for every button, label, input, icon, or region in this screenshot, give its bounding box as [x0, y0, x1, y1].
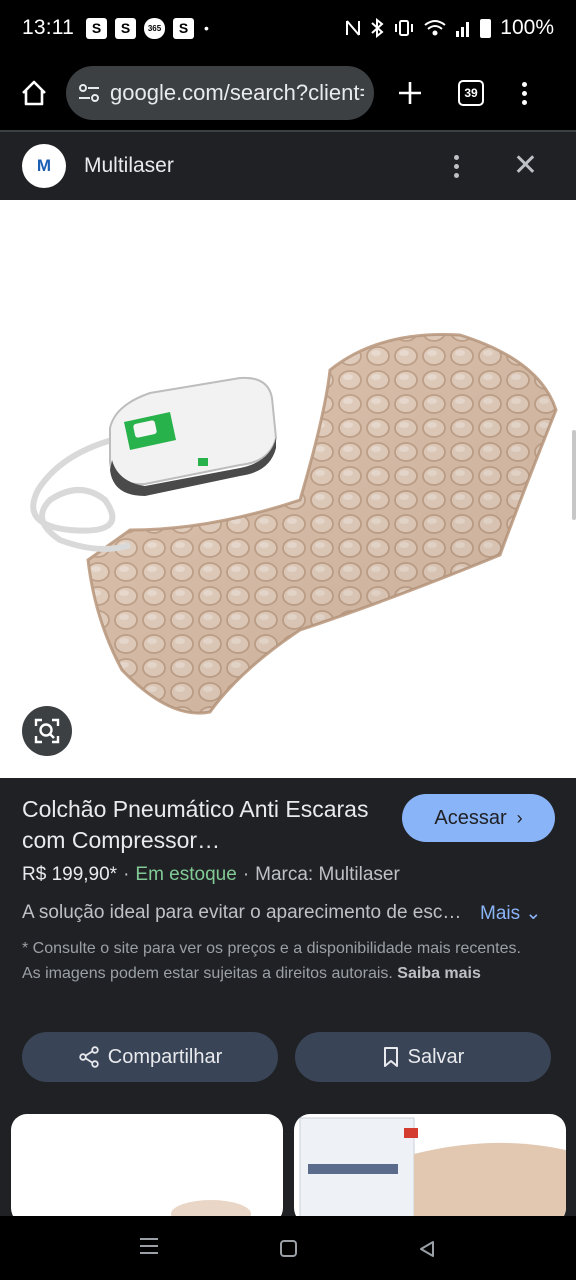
close-icon[interactable]: ✕ [513, 151, 538, 181]
save-label: Salvar [407, 1045, 465, 1068]
home-nav-icon[interactable] [280, 1240, 297, 1257]
chevron-down-icon: ⌄ [525, 903, 542, 924]
notification-icon-s: S [173, 17, 194, 39]
share-button[interactable]: Compartilhar [22, 1032, 278, 1082]
address-bar[interactable]: google.com/search?client=ms-android-sams… [66, 66, 374, 120]
home-button[interactable] [14, 73, 54, 113]
source-header: M Multilaser ✕ [0, 132, 576, 200]
nfc-icon [346, 20, 361, 36]
browser-toolbar: google.com/search?client=ms-android-sams… [0, 56, 576, 130]
product-description: A solução ideal para evitar o aparecimen… [22, 902, 468, 923]
more-vert-icon[interactable] [453, 154, 459, 178]
related-card[interactable] [11, 1114, 283, 1216]
stock-status: Em estoque [135, 864, 237, 885]
more-notifications-dot: • [204, 20, 209, 36]
separator: · [123, 864, 130, 885]
related-card-image [171, 1200, 251, 1216]
new-tab-button[interactable] [388, 71, 432, 115]
product-image[interactable] [0, 200, 576, 778]
disclaimer: * Consulte o site para ver os preços e a… [22, 936, 542, 986]
bluetooth-icon [371, 18, 384, 38]
related-results [0, 1112, 576, 1216]
share-label: Compartilhar [107, 1045, 223, 1068]
product-info: Colchão Pneumático Anti Escaras com Comp… [0, 778, 576, 1112]
share-icon [79, 1046, 99, 1068]
brand: Marca: Multilaser [255, 864, 400, 885]
related-card[interactable] [294, 1114, 566, 1216]
product-title[interactable]: Colchão Pneumático Anti Escaras com Comp… [22, 794, 372, 856]
source-logo[interactable]: M [22, 144, 66, 188]
url-text[interactable]: google.com/search?client=ms-android-sams… [110, 80, 364, 106]
learn-more-link[interactable]: Saiba mais [397, 965, 481, 982]
menu-icon[interactable] [522, 81, 527, 105]
source-name[interactable]: Multilaser [84, 154, 174, 178]
plus-icon [399, 82, 421, 104]
open-button-label: Acessar [434, 806, 507, 829]
wifi-icon [424, 20, 446, 36]
notification-icon-s: S [86, 17, 107, 39]
back-icon[interactable] [418, 1240, 436, 1258]
vibrate-icon [395, 20, 414, 36]
battery-percent: 100% [500, 16, 554, 39]
google-lens-icon[interactable] [22, 706, 72, 756]
price-row: R$ 199,90* · Em estoque · Marca: Multilaser [22, 864, 400, 886]
chevron-right-icon: › [516, 807, 523, 828]
tab-count: 39 [464, 86, 478, 100]
image-scroll-indicator [572, 430, 576, 520]
save-button[interactable]: Salvar [295, 1032, 551, 1082]
tune-icon[interactable] [76, 80, 102, 106]
air-mattress-illustration [30, 332, 558, 715]
source-logo-letter: M [36, 156, 52, 175]
notification-icon-s: S [115, 17, 136, 39]
status-time: 13:11 [22, 16, 74, 39]
compressor [109, 376, 278, 496]
status-bar: 13:11 S S 365 S • 100% [0, 0, 576, 56]
separator: · [242, 864, 250, 885]
recents-icon[interactable] [140, 1238, 158, 1254]
bookmark-icon [383, 1047, 398, 1067]
home-icon [22, 80, 46, 106]
more-label: Mais [480, 903, 521, 924]
lens-glyph [34, 718, 60, 744]
notification-icon-365: 365 [144, 17, 165, 39]
more-button[interactable]: Mais ⌄ [480, 902, 541, 925]
related-card-image [299, 1117, 566, 1216]
status-icons: 100% [345, 16, 554, 40]
price: R$ 199,90* [22, 864, 118, 885]
signal-icon [456, 22, 470, 37]
tabs-icon[interactable]: 39 [458, 80, 484, 106]
open-button[interactable]: Acessar › [402, 794, 555, 842]
battery-icon [480, 18, 492, 38]
system-nav-bar [0, 1216, 576, 1280]
